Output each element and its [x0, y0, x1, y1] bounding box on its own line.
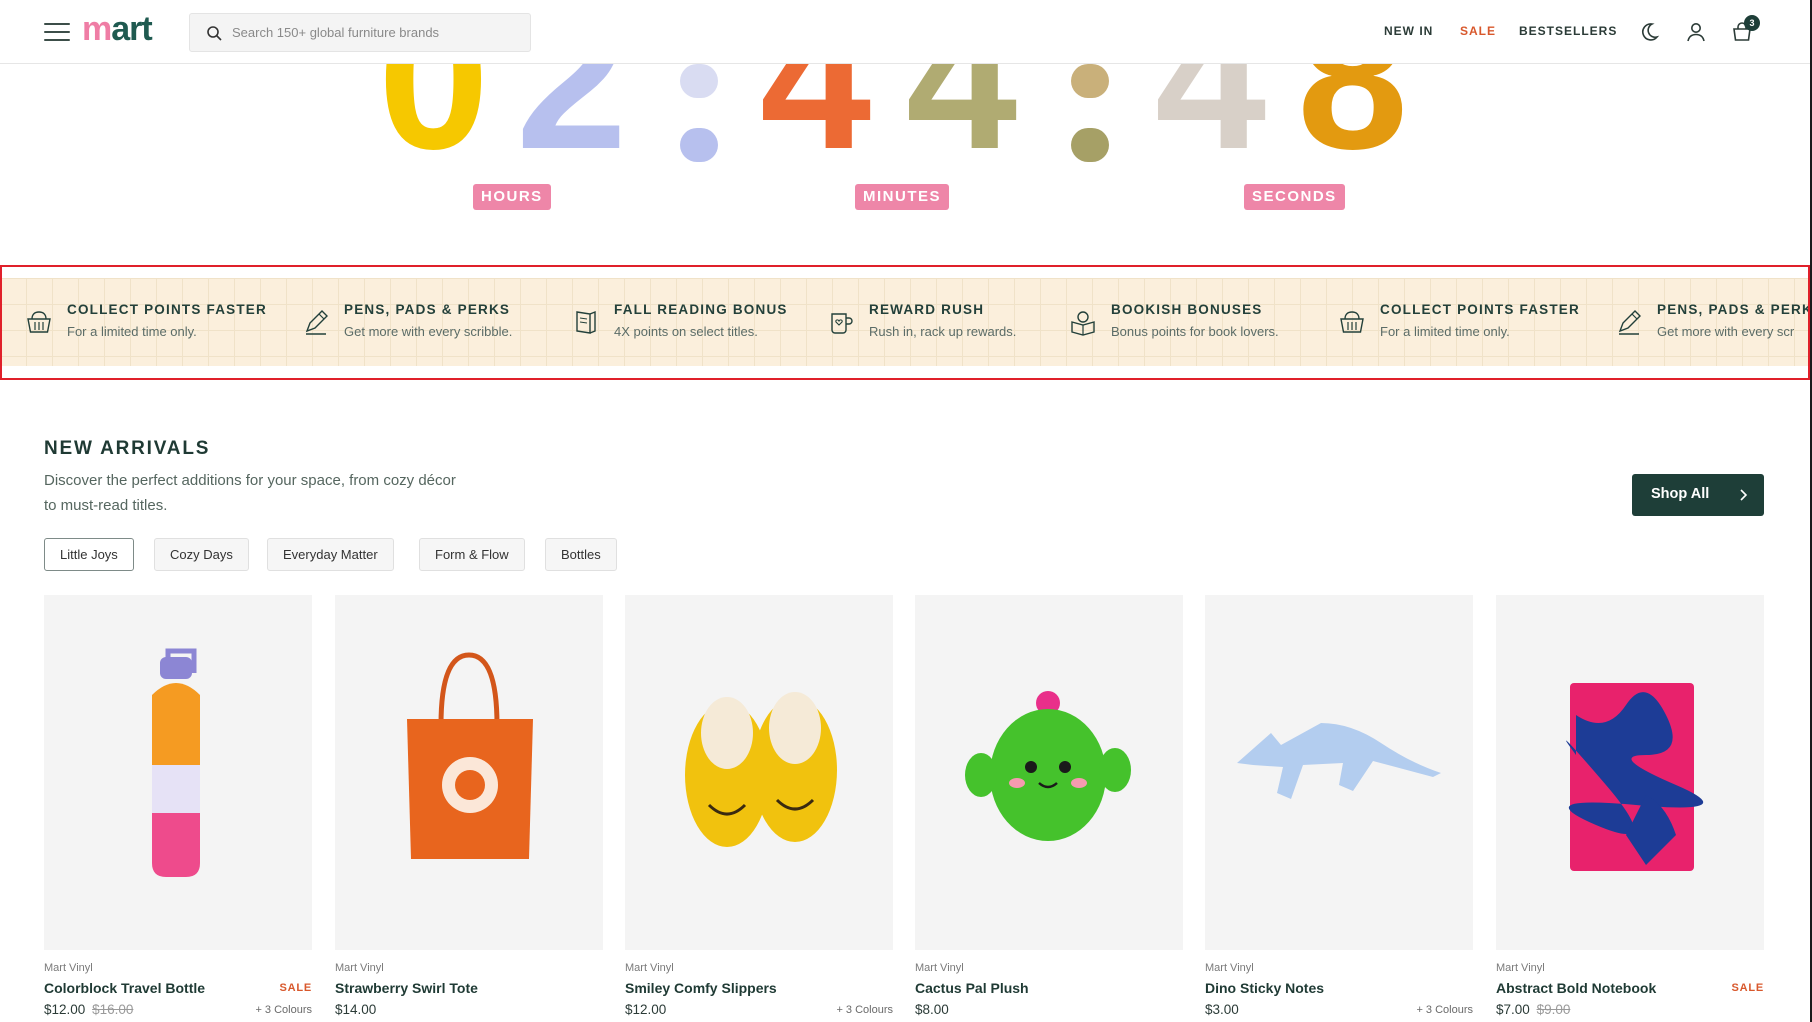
product-brand: Mart Vinyl [1205, 962, 1254, 974]
price: $8.00 [915, 1002, 949, 1017]
filter-chip[interactable]: Form & Flow [419, 538, 525, 571]
product-card[interactable]: Mart Vinyl Smiley Comfy Slippers $12.00 … [625, 595, 893, 1022]
account-icon[interactable] [1684, 20, 1708, 44]
product-image[interactable] [1205, 595, 1473, 950]
product-image[interactable] [625, 595, 893, 950]
countdown-colon [680, 64, 718, 192]
seconds-label: SECONDS [1244, 184, 1345, 210]
site-header: mart NEW IN SALE BESTSELLERS 3 [0, 0, 1810, 64]
filter-chip[interactable]: Little Joys [44, 538, 134, 571]
filter-chip[interactable]: Bottles [545, 538, 617, 571]
logo[interactable]: mart [82, 10, 153, 49]
product-name[interactable]: Smiley Comfy Slippers [625, 980, 777, 996]
product-card[interactable]: Mart Vinyl Strawberry Swirl Tote $14.00 [335, 595, 603, 1022]
price: $14.00 [335, 1002, 377, 1017]
product-brand: Mart Vinyl [335, 962, 384, 974]
product-name[interactable]: Abstract Bold Notebook [1496, 980, 1656, 996]
countdown-digit: 8 [1297, 50, 1409, 162]
filter-chip[interactable]: Cozy Days [154, 538, 249, 571]
hours-label: HOURS [473, 184, 551, 210]
price: $3.00 [1205, 1002, 1239, 1017]
countdown-digit: 4 [760, 50, 872, 162]
product-card[interactable]: Mart Vinyl Dino Sticky Notes $3.00 + 3 C… [1205, 595, 1473, 1022]
product-price: $14.00 [335, 1002, 376, 1017]
product-brand: Mart Vinyl [625, 962, 674, 974]
product-name[interactable]: Strawberry Swirl Tote [335, 980, 478, 996]
countdown-colon [1071, 64, 1109, 192]
product-name[interactable]: Cactus Pal Plush [915, 980, 1029, 996]
nav-bestsellers[interactable]: BESTSELLERS [1519, 24, 1617, 38]
product-card[interactable]: Mart Vinyl Cactus Pal Plush $8.00 [915, 595, 1183, 1022]
countdown-digit: 4 [1155, 50, 1267, 162]
colour-count: + 3 Colours [1416, 1004, 1473, 1016]
section-title: NEW ARRIVALS [44, 438, 211, 459]
section-description: Discover the perfect additions for your … [44, 472, 456, 514]
chevron-right-icon [1740, 489, 1748, 501]
shop-all-label: Shop All [1651, 486, 1710, 502]
product-price: $12.00 [625, 1002, 666, 1017]
colour-count: + 3 Colours [836, 1004, 893, 1016]
product-price: $3.00 [1205, 1002, 1239, 1017]
cart-count-badge: 3 [1744, 15, 1760, 31]
product-brand: Mart Vinyl [44, 962, 93, 974]
product-brand: Mart Vinyl [915, 962, 964, 974]
product-card[interactable]: Mart Vinyl Abstract Bold Notebook SALE $… [1496, 595, 1764, 1022]
search-input[interactable] [232, 14, 522, 51]
old-price: $16.00 [92, 1002, 134, 1017]
minutes-label: MINUTES [855, 184, 949, 210]
search-box [189, 13, 531, 52]
product-name[interactable]: Dino Sticky Notes [1205, 980, 1324, 996]
price: $7.00 [1496, 1002, 1530, 1017]
colour-count: + 3 Colours [255, 1004, 312, 1016]
sale-badge: SALE [1731, 982, 1764, 994]
menu-icon[interactable] [44, 23, 70, 41]
countdown-digit: 0 [378, 50, 490, 162]
product-card[interactable]: Mart Vinyl Colorblock Travel Bottle SALE… [44, 595, 312, 1022]
sale-badge: SALE [279, 982, 312, 994]
filter-chip[interactable]: Everyday Matter [267, 538, 394, 571]
countdown-digit: 4 [906, 50, 1018, 162]
nav-sale[interactable]: SALE [1460, 24, 1496, 38]
moon-icon[interactable] [1637, 20, 1661, 44]
product-price: $7.00 $9.00 [1496, 1002, 1570, 1017]
product-name[interactable]: Colorblock Travel Bottle [44, 980, 205, 996]
product-image[interactable] [915, 595, 1183, 950]
product-price: $12.00 $16.00 [44, 1002, 133, 1017]
old-price: $9.00 [1536, 1002, 1571, 1017]
search-icon [207, 26, 222, 41]
product-image[interactable] [44, 595, 312, 950]
product-brand: Mart Vinyl [1496, 962, 1545, 974]
nav-new-in[interactable]: NEW IN [1384, 24, 1433, 38]
product-image[interactable] [1496, 595, 1764, 950]
product-price: $8.00 [915, 1002, 949, 1017]
price: $12.00 [625, 1002, 667, 1017]
product-image[interactable] [335, 595, 603, 950]
price: $12.00 [44, 1002, 86, 1017]
shop-all-button[interactable]: Shop All [1632, 474, 1764, 516]
countdown-digit: 2 [516, 50, 628, 162]
promo-highlight-frame [0, 265, 1810, 380]
